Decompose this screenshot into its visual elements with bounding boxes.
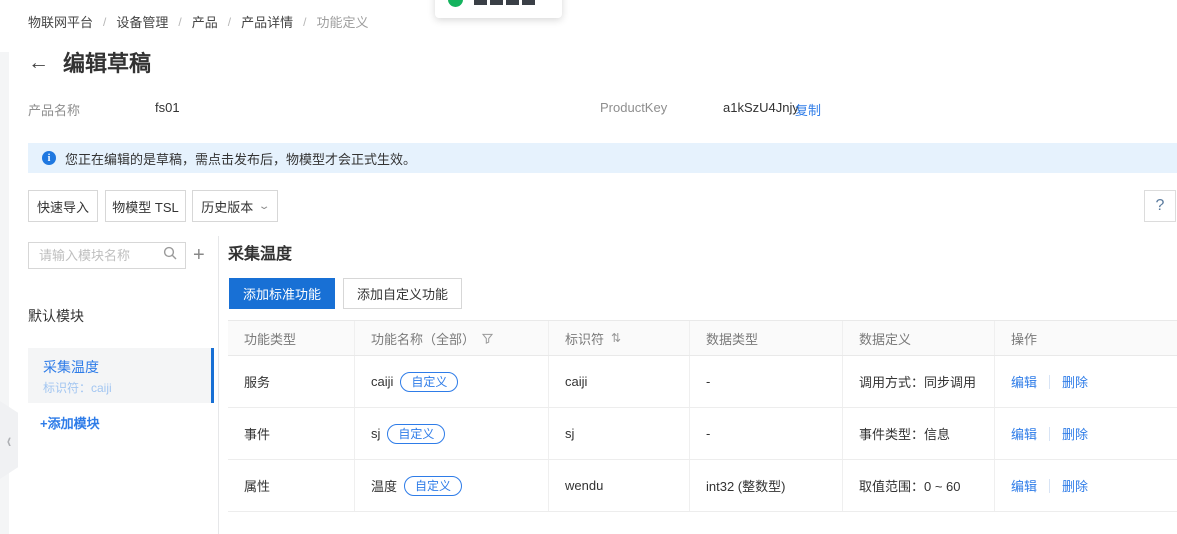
custom-tag: 自定义 xyxy=(404,476,462,496)
cell-actions: 编辑 删除 xyxy=(995,460,1177,511)
history-version-label: 历史版本 xyxy=(201,197,253,216)
table-row: 事件 sj 自定义 sj - 事件类型：信息 编辑 删除 xyxy=(228,408,1177,460)
module-title: 采集温度 xyxy=(228,240,292,264)
product-name-value: fs01 xyxy=(155,100,180,115)
product-key-label: ProductKey xyxy=(600,100,667,115)
search-icon[interactable] xyxy=(163,246,185,265)
edit-link[interactable]: 编辑 xyxy=(1011,424,1037,443)
toast-text-fragment xyxy=(474,0,535,5)
feature-table: 功能类型 功能名称（全部） 标识符 ⇅ 数据类型 数据定义 操作 服务 caij… xyxy=(228,320,1177,512)
toast-clipped-content xyxy=(435,0,562,18)
cell-data-definition: 事件类型：信息 xyxy=(843,408,995,459)
cell-identifier: sj xyxy=(549,408,690,459)
cell-data-definition: 取值范围：0 ~ 60 xyxy=(843,460,995,511)
cell-actions: 编辑 删除 xyxy=(995,408,1177,459)
table-row: 服务 caiji 自定义 caiji - 调用方式：同步调用 编辑 删除 xyxy=(228,356,1177,408)
copy-productkey-link[interactable]: 复制 xyxy=(795,100,821,119)
title-row: ← 编辑草稿 xyxy=(28,46,151,78)
col-header-data-type: 数据类型 xyxy=(690,321,843,355)
page: 物联网平台 / 设备管理 / 产品 / 产品详情 / 功能定义 ← 编辑草稿 产… xyxy=(0,0,1177,534)
cell-identifier: caiji xyxy=(549,356,690,407)
selected-indicator-bar xyxy=(211,348,214,403)
product-key-value: a1kSzU4Jnjy xyxy=(723,100,799,115)
draft-info-banner: i 您正在编辑的是草稿，需点击发布后，物模型才会正式生效。 xyxy=(28,143,1177,173)
cell-feature-type: 属性 xyxy=(228,460,355,511)
cell-feature-type: 事件 xyxy=(228,408,355,459)
table-body: 服务 caiji 自定义 caiji - 调用方式：同步调用 编辑 删除 事件 … xyxy=(228,356,1177,512)
sort-icon[interactable]: ⇅ xyxy=(611,331,620,345)
breadcrumb-iot-platform[interactable]: 物联网平台 xyxy=(28,12,93,31)
module-search-input[interactable] xyxy=(29,248,163,263)
breadcrumb-product-detail[interactable]: 产品详情 xyxy=(241,12,293,31)
breadcrumb-feature-definition: 功能定义 xyxy=(316,12,368,31)
delete-link[interactable]: 删除 xyxy=(1062,372,1088,391)
cell-identifier: wendu xyxy=(549,460,690,511)
col-header-feature-type: 功能类型 xyxy=(228,321,355,355)
chevron-down-icon: ⌄ xyxy=(258,201,271,212)
sidebar-item-module-selected[interactable]: 采集温度 标识符：caiji xyxy=(28,348,214,403)
tsl-model-button[interactable]: 物模型 TSL xyxy=(105,190,186,222)
module-name: 采集温度 xyxy=(43,357,99,377)
history-version-button[interactable]: 历史版本 ⌄ xyxy=(192,190,278,222)
quick-import-button[interactable]: 快速导入 xyxy=(28,190,98,222)
breadcrumb-separator: / xyxy=(103,15,106,29)
cell-data-definition: 调用方式：同步调用 xyxy=(843,356,995,407)
success-icon xyxy=(448,0,463,7)
filter-icon[interactable] xyxy=(482,333,493,344)
col-header-data-definition: 数据定义 xyxy=(843,321,995,355)
default-module-group-label: 默认模块 xyxy=(28,306,84,326)
col-header-identifier: 标识符 ⇅ xyxy=(549,321,690,355)
cell-data-type: - xyxy=(690,408,843,459)
table-row: 属性 温度 自定义 wendu int32 (整数型) 取值范围：0 ~ 60 … xyxy=(228,460,1177,512)
cell-data-type: - xyxy=(690,356,843,407)
edit-link[interactable]: 编辑 xyxy=(1011,476,1037,495)
action-separator xyxy=(1049,479,1050,493)
action-separator xyxy=(1049,427,1050,441)
add-module-plus-icon[interactable]: + xyxy=(193,244,205,267)
breadcrumb-product[interactable]: 产品 xyxy=(192,12,218,31)
chevron-left-icon: ‹ xyxy=(7,428,11,452)
info-icon: i xyxy=(42,151,56,165)
page-title: 编辑草稿 xyxy=(63,46,151,78)
breadcrumb-device-management[interactable]: 设备管理 xyxy=(116,12,168,31)
success-toast xyxy=(435,0,562,18)
add-standard-feature-button[interactable]: 添加标准功能 xyxy=(229,278,335,309)
cell-feature-name: 温度 自定义 xyxy=(355,460,549,511)
product-info-row: 产品名称 fs01 ProductKey a1kSzU4Jnjy 复制 xyxy=(28,100,1148,118)
breadcrumb: 物联网平台 / 设备管理 / 产品 / 产品详情 / 功能定义 xyxy=(28,12,368,31)
cell-feature-type: 服务 xyxy=(228,356,355,407)
col-header-actions: 操作 xyxy=(995,321,1177,355)
sidebar-collapse-handle[interactable]: ‹ xyxy=(0,401,18,479)
back-arrow-icon[interactable]: ← xyxy=(28,52,49,73)
breadcrumb-separator: / xyxy=(228,15,231,29)
breadcrumb-separator: / xyxy=(303,15,306,29)
cell-feature-name: caiji 自定义 xyxy=(355,356,549,407)
edit-link[interactable]: 编辑 xyxy=(1011,372,1037,391)
module-identifier: 标识符：caiji xyxy=(43,379,112,396)
cell-feature-name: sj 自定义 xyxy=(355,408,549,459)
delete-link[interactable]: 删除 xyxy=(1062,476,1088,495)
col-header-feature-name: 功能名称（全部） xyxy=(355,321,549,355)
custom-tag: 自定义 xyxy=(400,372,458,392)
breadcrumb-separator: / xyxy=(178,15,181,29)
add-custom-feature-button[interactable]: 添加自定义功能 xyxy=(343,278,462,309)
module-search-box xyxy=(28,242,186,269)
custom-tag: 自定义 xyxy=(387,424,445,444)
action-separator xyxy=(1049,375,1050,389)
add-module-button[interactable]: +添加模块 xyxy=(40,413,100,432)
delete-link[interactable]: 删除 xyxy=(1062,424,1088,443)
table-header-row: 功能类型 功能名称（全部） 标识符 ⇅ 数据类型 数据定义 操作 xyxy=(228,320,1177,356)
draft-info-text: 您正在编辑的是草稿，需点击发布后，物模型才会正式生效。 xyxy=(65,149,416,168)
help-button[interactable]: ? xyxy=(1144,190,1176,222)
product-name-label: 产品名称 xyxy=(28,100,80,119)
sidebar-divider xyxy=(218,236,219,534)
cell-data-type: int32 (整数型) xyxy=(690,460,843,511)
cell-actions: 编辑 删除 xyxy=(995,356,1177,407)
